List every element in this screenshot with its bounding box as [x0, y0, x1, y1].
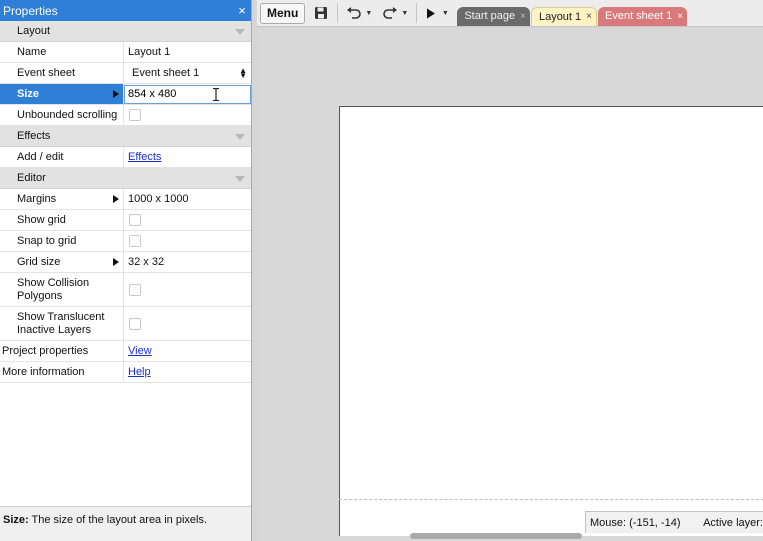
prop-label-show-collision-line2: Polygons — [17, 289, 63, 302]
tab-layout-1[interactable]: Layout 1 × — [530, 6, 597, 26]
prop-label-add-edit: Add / edit — [0, 147, 124, 167]
chevron-down-icon[interactable] — [235, 134, 245, 140]
caret-down-icon: ▼ — [401, 9, 409, 17]
section-editor[interactable]: Editor — [0, 168, 251, 189]
save-icon[interactable] — [311, 3, 331, 24]
prop-label-name: Name — [0, 42, 124, 62]
prop-label-show-collision-line1: Show Collision — [17, 276, 90, 289]
section-effects[interactable]: Effects — [0, 126, 251, 147]
event-sheet-select[interactable]: Event sheet 1 ▲ ▼ — [128, 66, 251, 80]
prop-label-show-translucent-line2: Inactive Layers — [17, 323, 91, 336]
show-collision-polygons-checkbox[interactable] — [129, 283, 141, 296]
event-sheet-select-value: Event sheet 1 — [132, 67, 200, 79]
mouse-position: Mouse: (-151, -14) — [590, 516, 681, 529]
prop-row-show-grid[interactable]: Show grid — [0, 210, 251, 231]
caret-down-icon: ▼ — [441, 9, 449, 17]
properties-panel: Properties × Layout Name Layout 1 Event … — [0, 0, 252, 541]
toolbar-separator — [416, 3, 418, 23]
expand-arrow-icon[interactable] — [113, 90, 119, 98]
help-link[interactable]: Help — [128, 366, 151, 378]
prop-row-more-information[interactable]: More information Help — [0, 362, 251, 383]
description-text: The size of the layout area in pixels. — [28, 514, 208, 526]
snap-to-grid-checkbox[interactable] — [129, 235, 141, 247]
undo-icon — [347, 7, 362, 19]
prop-label-margins: Margins — [17, 193, 57, 205]
prop-row-unbounded-scrolling[interactable]: Unbounded scrolling — [0, 105, 251, 126]
prop-label-more-information: More information — [0, 362, 124, 382]
chevron-down-icon[interactable] — [235, 176, 245, 182]
prop-label-grid-size: Grid size — [17, 256, 61, 268]
caret-down-icon: ▼ — [365, 9, 373, 17]
prop-label-show-translucent-line1: Show Translucent — [17, 310, 105, 323]
prop-label-project-properties: Project properties — [0, 341, 124, 361]
text-cursor-icon — [213, 88, 219, 101]
section-effects-label: Effects — [17, 130, 51, 142]
run-button[interactable]: ▼ — [423, 3, 451, 24]
layout-area[interactable] — [339, 106, 763, 536]
horizontal-scrollbar[interactable] — [410, 533, 582, 539]
view-link[interactable]: View — [128, 345, 152, 357]
tab-start-page[interactable]: Start page × — [457, 6, 530, 26]
properties-title: Properties — [3, 3, 58, 18]
close-icon[interactable]: × — [677, 11, 683, 22]
prop-row-project-properties[interactable]: Project properties View — [0, 341, 251, 362]
unbounded-scrolling-checkbox[interactable] — [129, 109, 141, 121]
prop-value-name[interactable]: Layout 1 — [124, 42, 251, 62]
menu-button[interactable]: Menu — [260, 2, 306, 24]
prop-row-snap-to-grid[interactable]: Snap to grid — [0, 231, 251, 252]
show-grid-checkbox[interactable] — [129, 214, 141, 226]
properties-title-bar: Properties × — [0, 0, 251, 21]
tab-start-page-label: Start page — [464, 10, 516, 22]
active-layer-label: Active layer: — [703, 516, 763, 529]
prop-label-unbounded-scrolling: Unbounded scrolling — [0, 105, 124, 125]
play-icon — [426, 8, 435, 18]
effects-link[interactable]: Effects — [128, 151, 161, 163]
size-input[interactable] — [124, 84, 251, 104]
close-icon[interactable]: × — [520, 11, 526, 22]
prop-label-event-sheet: Event sheet — [0, 63, 124, 83]
prop-row-event-sheet[interactable]: Event sheet Event sheet 1 ▲ ▼ — [0, 63, 251, 84]
undo-button[interactable]: ▼ — [344, 3, 374, 24]
toolbar-separator — [337, 3, 339, 23]
description-key: Size: — [3, 514, 29, 526]
section-layout[interactable]: Layout — [0, 21, 251, 42]
section-layout-label: Layout — [17, 25, 51, 37]
tab-event-sheet-1[interactable]: Event sheet 1 × — [598, 6, 688, 26]
prop-row-grid-size[interactable]: Grid size 32 x 32 — [0, 252, 251, 273]
close-icon[interactable]: × — [586, 11, 592, 22]
tab-layout-1-label: Layout 1 — [538, 10, 582, 23]
status-bar: Mouse: (-151, -14) Active layer: — [585, 511, 763, 533]
prop-label-show-grid: Show grid — [0, 210, 124, 230]
chevron-down-icon[interactable] — [235, 29, 245, 35]
toolbar: Menu ▼ ▼ ▼ Start page × Layout 1 × Event… — [257, 0, 763, 27]
select-arrows-icon: ▲ ▼ — [239, 66, 247, 80]
tab-event-sheet-1-label: Event sheet 1 — [605, 10, 673, 22]
expand-arrow-icon[interactable] — [113, 258, 119, 266]
prop-label-snap-to-grid: Snap to grid — [0, 231, 124, 251]
prop-row-name[interactable]: Name Layout 1 — [0, 42, 251, 63]
section-editor-label: Editor — [17, 172, 46, 184]
expand-arrow-icon[interactable] — [113, 195, 119, 203]
prop-value-margins[interactable]: 1000 x 1000 — [124, 189, 251, 209]
redo-button[interactable]: ▼ — [380, 3, 410, 24]
close-icon[interactable]: × — [233, 0, 251, 21]
prop-row-add-edit[interactable]: Add / edit Effects — [0, 147, 251, 168]
prop-row-margins[interactable]: Margins 1000 x 1000 — [0, 189, 251, 210]
prop-row-show-collision-polygons[interactable]: Show Collision Polygons — [0, 273, 251, 307]
layout-view[interactable] — [257, 28, 763, 541]
redo-icon — [383, 7, 398, 19]
property-description: Size: The size of the layout area in pix… — [0, 506, 251, 541]
prop-row-show-translucent-inactive-layers[interactable]: Show Translucent Inactive Layers — [0, 307, 251, 341]
show-translucent-inactive-layers-checkbox[interactable] — [129, 317, 141, 330]
window-boundary-line — [339, 499, 763, 500]
prop-label-size: Size — [17, 88, 40, 100]
prop-value-grid-size[interactable]: 32 x 32 — [124, 252, 251, 272]
